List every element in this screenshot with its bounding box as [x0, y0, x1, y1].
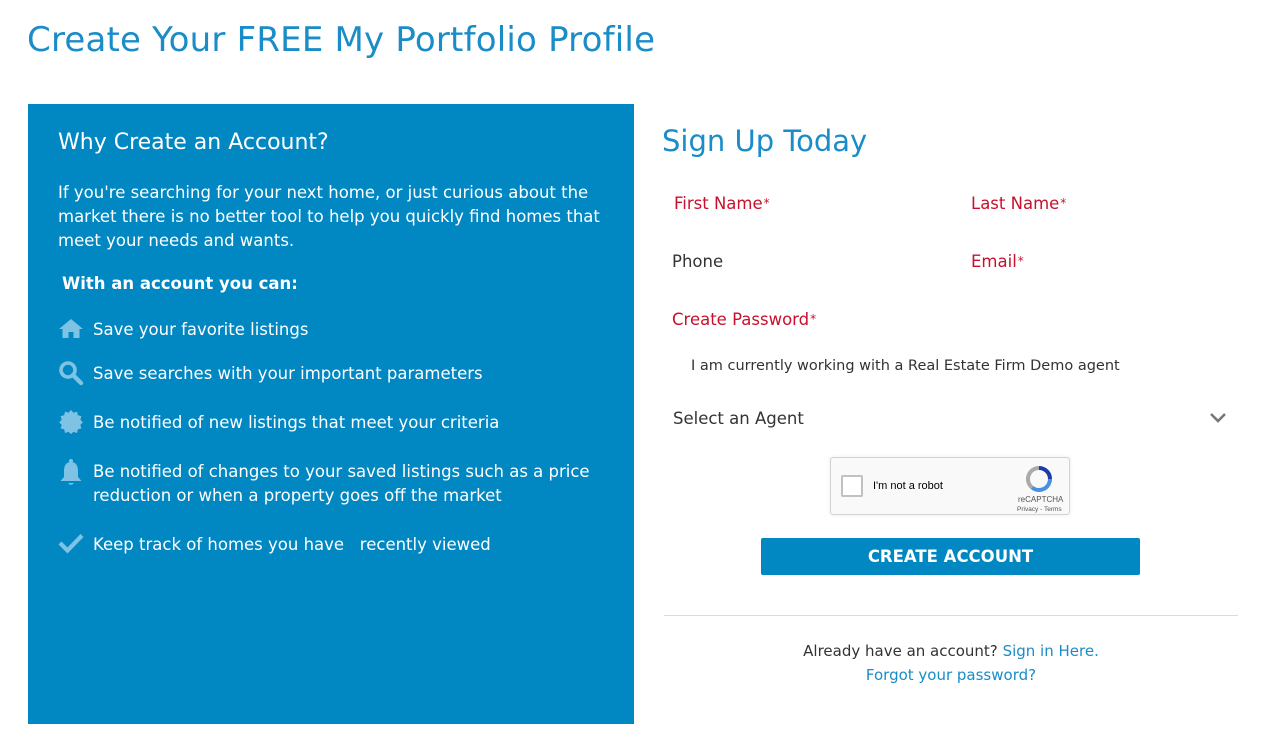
- sign-in-link[interactable]: Sign in Here.: [1003, 642, 1099, 660]
- last-name-label: Last Name: [971, 193, 1060, 213]
- agent-select[interactable]: Select an Agent: [664, 400, 1234, 436]
- benefit-item: Be notified of new listings that meet yo…: [58, 409, 598, 435]
- badge-icon: [58, 409, 84, 435]
- recaptcha-checkbox[interactable]: [841, 475, 863, 497]
- last-name-field[interactable]: Last Name *: [971, 186, 1251, 220]
- email-label: Email: [971, 251, 1017, 271]
- benefit-text: Be notified of new listings that meet yo…: [93, 413, 500, 432]
- first-name-label: First Name: [674, 193, 763, 213]
- password-label: Create Password: [672, 309, 810, 329]
- why-panel-subhead: With an account you can:: [62, 274, 298, 293]
- agent-checkbox[interactable]: I am currently working with a Real Estat…: [691, 358, 1120, 374]
- why-create-account-panel: Why Create an Account? If you're searchi…: [28, 104, 634, 724]
- benefit-text: Keep track of homes you have recently vi…: [93, 535, 491, 554]
- first-name-field[interactable]: First Name *: [674, 186, 954, 220]
- checkmark-icon: [58, 531, 84, 557]
- benefit-item: Keep track of homes you have recently vi…: [58, 533, 598, 557]
- benefit-text: Save searches with your important parame…: [93, 364, 483, 383]
- recaptcha-widget: I'm not a robot reCAPTCHA Privacy - Term…: [830, 457, 1070, 515]
- required-mark: *: [763, 196, 770, 210]
- required-mark: *: [1017, 254, 1024, 268]
- signin-prompt-text: Already have an account?: [803, 642, 998, 660]
- bell-icon: [58, 458, 84, 485]
- why-panel-intro: If you're searching for your next home, …: [58, 183, 600, 250]
- forgot-password-row: Forgot your password?: [664, 666, 1238, 684]
- why-panel-title: Why Create an Account?: [58, 130, 329, 155]
- chevron-down-icon: [1208, 408, 1228, 428]
- benefit-text: Save your favorite listings: [93, 320, 309, 339]
- home-icon: [58, 316, 84, 342]
- recaptcha-brand: reCAPTCHA: [1018, 495, 1064, 504]
- recaptcha-terms[interactable]: Privacy - Terms: [1017, 506, 1062, 513]
- benefit-item: Be notified of changes to your saved lis…: [58, 458, 598, 508]
- phone-field[interactable]: Phone: [672, 244, 952, 278]
- benefit-text: Be notified of changes to your saved lis…: [93, 462, 590, 505]
- password-field[interactable]: Create Password *: [672, 302, 952, 336]
- search-icon: [58, 360, 84, 386]
- phone-label: Phone: [672, 251, 724, 271]
- forgot-password-link[interactable]: Forgot your password?: [866, 666, 1036, 684]
- divider: [664, 615, 1238, 616]
- required-mark: *: [1060, 196, 1067, 210]
- create-account-button[interactable]: CREATE ACCOUNT: [761, 538, 1140, 575]
- signin-prompt: Already have an account? Sign in Here.: [664, 642, 1238, 660]
- recaptcha-label: I'm not a robot: [873, 480, 943, 492]
- required-mark: *: [810, 312, 817, 326]
- recaptcha-logo-icon: [1026, 465, 1053, 493]
- email-field[interactable]: Email *: [971, 244, 1251, 278]
- signup-title: Sign Up Today: [662, 124, 868, 158]
- signup-page: Create Your FREE My Portfolio Profile Wh…: [0, 0, 1265, 756]
- page-title: Create Your FREE My Portfolio Profile: [27, 20, 656, 60]
- benefit-item: Save your favorite listings: [58, 318, 598, 342]
- agent-select-value: Select an Agent: [673, 408, 804, 428]
- benefit-item: Save searches with your important parame…: [58, 360, 598, 386]
